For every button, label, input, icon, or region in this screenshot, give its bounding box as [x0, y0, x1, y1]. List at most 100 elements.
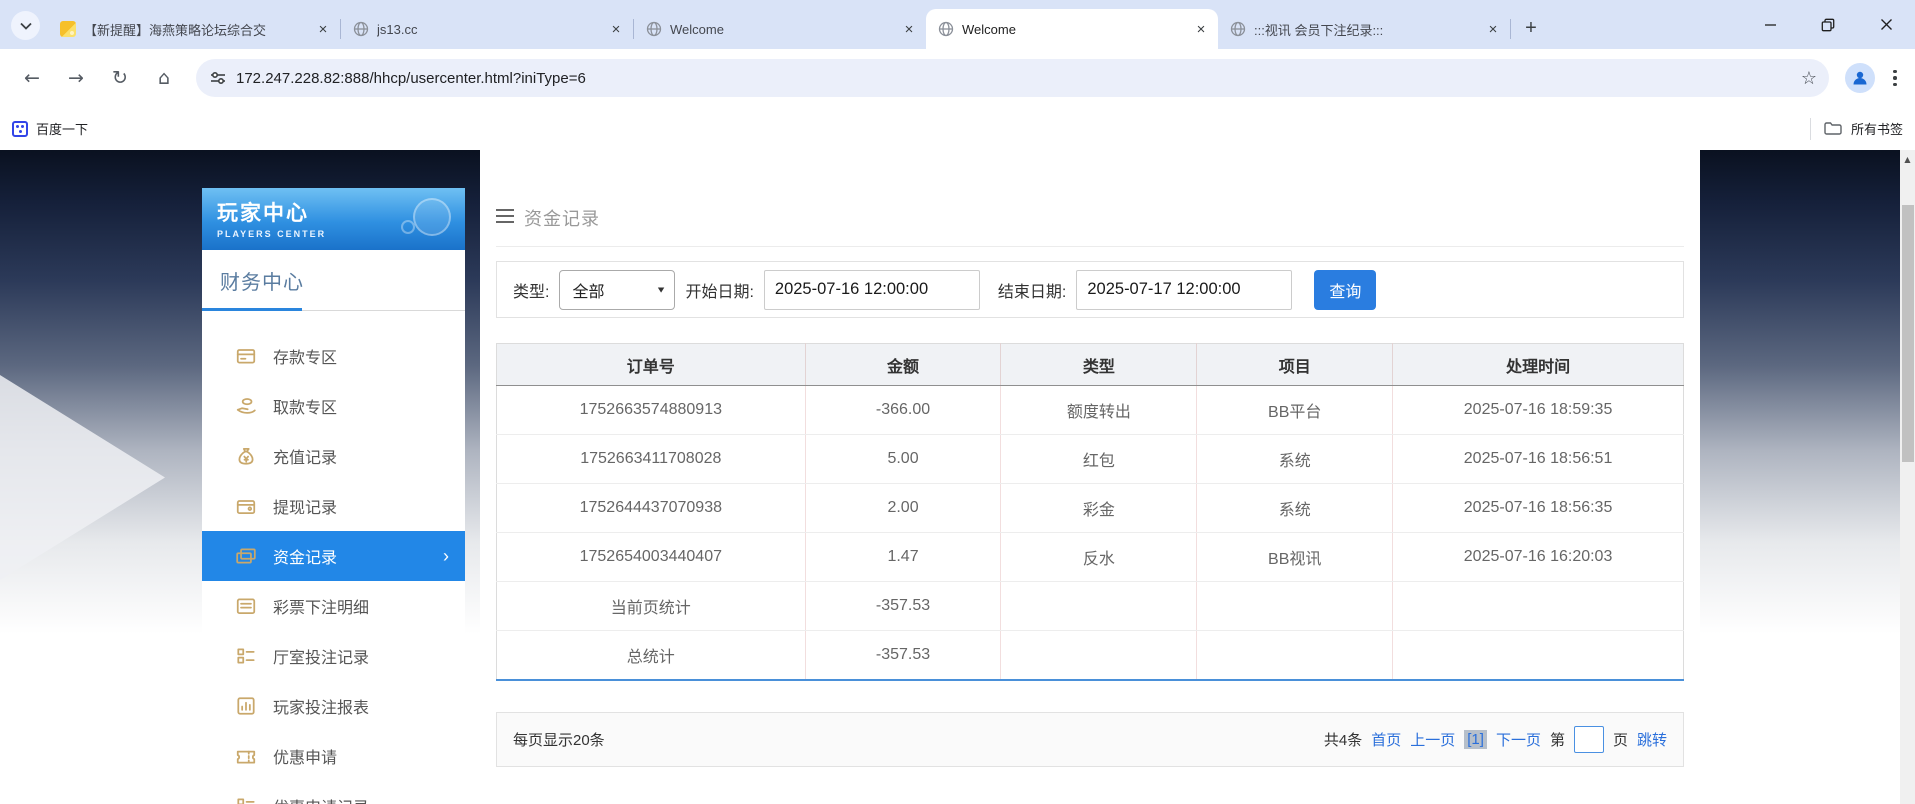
sidebar-item-label: 彩票下注明细	[273, 594, 369, 618]
sidebar-item-coupon[interactable]: 优惠申请	[202, 731, 465, 781]
search-button[interactable]: 查询	[1314, 270, 1376, 310]
tab-close-icon[interactable]: ×	[314, 20, 332, 38]
table-cell: 1752663574880913	[497, 386, 806, 435]
tab-close-icon[interactable]: ×	[1192, 20, 1210, 38]
sidebar-item-wallet[interactable]: 提现记录	[202, 481, 465, 531]
table-cell: BB平台	[1197, 386, 1393, 435]
table-cell: 彩金	[1001, 484, 1197, 533]
table-cell: 2025-07-16 16:20:03	[1393, 533, 1684, 582]
end-date-input[interactable]	[1076, 270, 1292, 310]
start-date-input[interactable]	[764, 270, 980, 310]
main-content: 资金记录 类型: 全部 ▼ 开始日期: 结束日期: 查询 订单号金额类型项目处理…	[480, 150, 1700, 804]
jump-page-input[interactable]	[1574, 726, 1604, 753]
site-settings-icon[interactable]	[210, 70, 226, 86]
browser-tab[interactable]: Welcome ×	[634, 9, 926, 49]
table-header-cell: 订单号	[497, 344, 806, 386]
content-header: 资金记录	[496, 150, 1684, 247]
globe-favicon-icon	[1230, 21, 1246, 37]
page-scrollbar[interactable]: ▲	[1900, 150, 1915, 804]
reload-button[interactable]: ↻	[103, 61, 137, 95]
section-underline	[202, 308, 465, 311]
all-bookmarks-button[interactable]: 所有书签	[1851, 119, 1903, 138]
baidu-favicon	[12, 121, 28, 137]
window-controls	[1741, 0, 1915, 49]
page-title: 资金记录	[524, 205, 600, 231]
new-tab-button[interactable]: +	[1517, 14, 1545, 42]
back-button[interactable]: ←	[15, 61, 49, 95]
tab-search-button[interactable]	[11, 11, 40, 40]
tab-title: js13.cc	[377, 22, 601, 37]
globe-favicon-icon	[353, 21, 369, 37]
banner-decoration	[395, 194, 455, 244]
sidebar-item-list2[interactable]: 厅室投注记录	[202, 631, 465, 681]
jump-link[interactable]: 跳转	[1637, 729, 1667, 750]
tab-close-icon[interactable]: ×	[607, 20, 625, 38]
table-cell: 当前页统计	[497, 582, 806, 631]
menu-toggle-icon[interactable]	[496, 208, 514, 229]
tab-title: Welcome	[670, 22, 894, 37]
sidebar-item-label: 优惠申请记录	[273, 794, 369, 804]
coupon-icon	[235, 745, 257, 767]
type-select[interactable]: 全部 ▼	[559, 270, 675, 310]
bag-icon	[235, 445, 257, 467]
card-icon	[235, 345, 257, 367]
divider	[1810, 118, 1811, 140]
table-cell: -357.53	[805, 631, 1001, 680]
sidebar-item-active-cards[interactable]: 资金记录›	[202, 531, 465, 581]
sidebar-item-list2[interactable]: 优惠申请记录	[202, 781, 465, 804]
table-cell	[1001, 582, 1197, 631]
profile-avatar[interactable]	[1845, 63, 1875, 93]
browser-tab[interactable]: Welcome ×	[926, 9, 1218, 49]
next-page-link[interactable]: 下一页	[1496, 729, 1541, 750]
start-date-label: 开始日期:	[685, 278, 753, 302]
sidebar-item-label: 厅室投注记录	[273, 644, 369, 668]
wallet-icon	[235, 495, 257, 517]
browser-menu-button[interactable]	[1885, 70, 1905, 87]
table-cell: 5.00	[805, 435, 1001, 484]
browser-tab[interactable]: js13.cc ×	[341, 9, 633, 49]
table-cell: 2025-07-16 18:56:51	[1393, 435, 1684, 484]
forward-button[interactable]: →	[59, 61, 93, 95]
prev-page-link[interactable]: 上一页	[1410, 729, 1455, 750]
home-button[interactable]: ⌂	[147, 61, 181, 95]
table-cell: -366.00	[805, 386, 1001, 435]
minimize-button[interactable]	[1741, 0, 1799, 49]
sidebar-item-bag[interactable]: 充值记录	[202, 431, 465, 481]
table-header-cell: 类型	[1001, 344, 1197, 386]
jump-prefix-text: 第	[1550, 729, 1565, 750]
table-row: 17526444370709382.00彩金系统2025-07-16 18:56…	[497, 484, 1684, 533]
sidebar-item-list[interactable]: 彩票下注明细	[202, 581, 465, 631]
browser-tab[interactable]: :::视讯 会员下注纪录:::×	[1218, 9, 1510, 49]
url-text[interactable]: 172.247.228.82:888/hhcp/usercenter.html?…	[236, 70, 1801, 87]
tab-close-icon[interactable]: ×	[1484, 20, 1502, 38]
page-viewport: 玩家中心 PLAYERS CENTER 财务中心 存款专区取款专区充值记录提现记…	[0, 150, 1915, 804]
tab-title: :::视讯 会员下注纪录:::	[1254, 20, 1478, 39]
address-bar[interactable]: 172.247.228.82:888/hhcp/usercenter.html?…	[196, 59, 1829, 97]
end-date-label: 结束日期:	[998, 278, 1066, 302]
filter-bar: 类型: 全部 ▼ 开始日期: 结束日期: 查询	[496, 261, 1684, 318]
sidebar-item-label: 提现记录	[273, 494, 337, 518]
sidebar-item-report[interactable]: 玩家投注报表	[202, 681, 465, 731]
chevron-down-icon: ▼	[656, 285, 667, 295]
tab-title: Welcome	[962, 22, 1186, 37]
type-select-value: 全部	[572, 278, 604, 302]
table-header-cell: 处理时间	[1393, 344, 1684, 386]
current-page-indicator: [1]	[1464, 730, 1487, 749]
scrollbar-thumb[interactable]	[1902, 205, 1914, 462]
sidebar-item-hand[interactable]: 取款专区	[202, 381, 465, 431]
table-header-row: 订单号金额类型项目处理时间	[497, 344, 1684, 386]
first-page-link[interactable]: 首页	[1371, 729, 1401, 750]
table-cell: 2.00	[805, 484, 1001, 533]
bookmark-star-icon[interactable]: ☆	[1801, 68, 1817, 89]
bookmark-baidu[interactable]: 百度一下	[12, 119, 88, 138]
close-window-button[interactable]	[1857, 0, 1915, 49]
tab-close-icon[interactable]: ×	[900, 20, 918, 38]
restore-button[interactable]	[1799, 0, 1857, 49]
jump-suffix-text: 页	[1613, 729, 1628, 750]
table-row: 17526634117080285.00红包系统2025-07-16 18:56…	[497, 435, 1684, 484]
sidebar-item-card[interactable]: 存款专区	[202, 331, 465, 381]
browser-tab[interactable]: 【新提醒】海燕策略论坛综合交×	[48, 9, 340, 49]
sidebar-menu: 存款专区取款专区充值记录提现记录资金记录› 彩票下注明细厅室投注记录玩家投注报表优…	[202, 331, 465, 804]
sidebar-item-label: 优惠申请	[273, 744, 337, 768]
scrollbar-up-arrow[interactable]: ▲	[1900, 150, 1915, 164]
